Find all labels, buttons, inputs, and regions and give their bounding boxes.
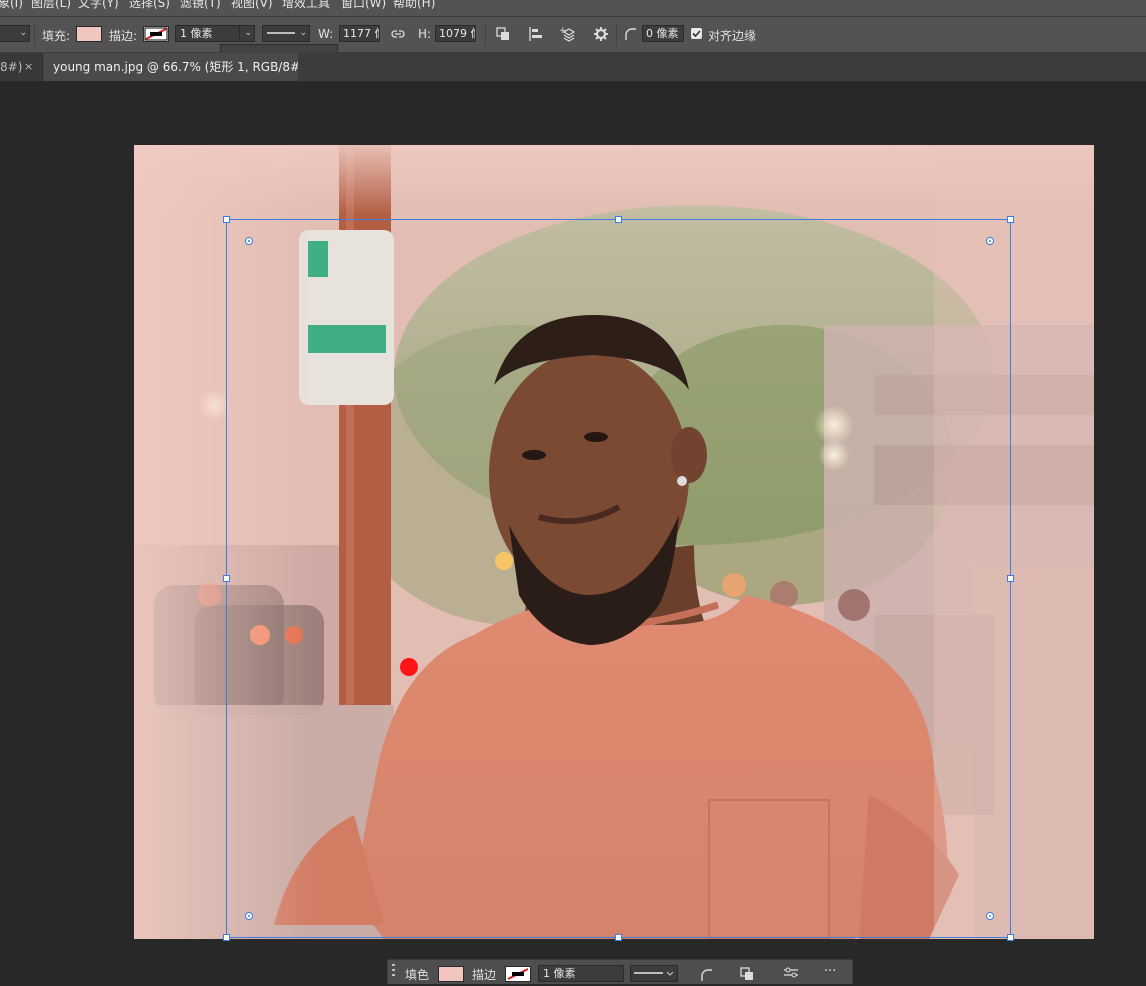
- stroke-width-dropdown[interactable]: 1 像素: [538, 965, 624, 982]
- tab-label: 8#): [0, 60, 23, 74]
- tool-mode-dropdown[interactable]: ⌄: [0, 25, 30, 42]
- transform-handle-bottom-right[interactable]: [1007, 934, 1014, 941]
- stroke-line-icon: [267, 32, 295, 34]
- transform-handle-top[interactable]: [615, 216, 622, 223]
- stroke-width-value: 1 像素: [543, 967, 576, 980]
- no-stroke-icon: [144, 27, 168, 41]
- transform-handle-bottom[interactable]: [615, 934, 622, 941]
- stroke-label: 描边: [472, 968, 497, 982]
- divider: [34, 24, 35, 46]
- more-options-icon[interactable]: ···: [824, 964, 836, 979]
- fill-color-swatch[interactable]: [76, 26, 102, 42]
- stroke-width-dropdown[interactable]: 1 像素 ⌄: [175, 25, 255, 42]
- drag-handle-icon[interactable]: [392, 963, 396, 979]
- transform-handle-top-right[interactable]: [1007, 216, 1014, 223]
- transform-handle-top-left[interactable]: [223, 216, 230, 223]
- menu-help[interactable]: 帮助(H): [393, 0, 435, 11]
- stroke-color-swatch[interactable]: [143, 26, 169, 42]
- adjustments-icon[interactable]: [781, 965, 801, 983]
- menu-select[interactable]: 选择(S): [129, 0, 170, 11]
- stroke-color-swatch[interactable]: [505, 966, 531, 982]
- fill-label: 填充:: [42, 29, 71, 43]
- menu-bar: 象(I) 图层(L) 文字(Y) 选择(S) 滤镜(T) 视图(V) 增效工具 …: [0, 0, 1146, 17]
- corner-radius-handle-bottom-right[interactable]: [986, 912, 994, 920]
- stroke-type-dropdown[interactable]: ⌄: [262, 25, 310, 42]
- fill-color-swatch[interactable]: [438, 966, 464, 982]
- tab-young-man[interactable]: young man.jpg @ 66.7% (矩形 1, RGB/8#) *: [43, 53, 298, 81]
- width-label: W:: [318, 27, 334, 41]
- corner-radius-handle-top-right[interactable]: [986, 237, 994, 245]
- align-edges-checkbox[interactable]: [691, 28, 702, 39]
- height-input[interactable]: 1079 像: [435, 25, 476, 42]
- gear-icon[interactable]: [591, 24, 611, 44]
- path-operations-icon[interactable]: [738, 965, 758, 983]
- path-operations-icon[interactable]: [493, 24, 513, 44]
- menu-window[interactable]: 窗口(W): [341, 0, 386, 11]
- tab-previous-document[interactable]: 8#) ×: [0, 53, 43, 81]
- corner-radius-handle-bottom-left[interactable]: [245, 912, 253, 920]
- document-tab-bar: 8#) × young man.jpg @ 66.7% (矩形 1, RGB/8…: [0, 53, 1146, 82]
- options-bar: ⌄ 填充: 描边: 1 像素 ⌄ ⌄ W: 1177 像 H: 1079 像 +: [0, 17, 1146, 53]
- menu-layer[interactable]: 图层(L): [31, 0, 71, 11]
- transform-handle-right[interactable]: [1007, 575, 1014, 582]
- fill-label: 填色: [405, 968, 430, 982]
- path-alignment-icon[interactable]: [526, 24, 546, 44]
- corner-radius-input[interactable]: 0 像素: [642, 25, 684, 42]
- corner-radius-icon[interactable]: [696, 965, 716, 983]
- svg-text:+: +: [559, 26, 567, 36]
- menu-view[interactable]: 视图(V): [231, 0, 273, 11]
- divider: [616, 24, 617, 46]
- align-edges-label: 对齐边缘: [708, 29, 757, 43]
- close-icon[interactable]: ×: [24, 53, 33, 81]
- menu-plugins[interactable]: 增效工具: [282, 0, 330, 11]
- menu-type[interactable]: 文字(Y): [78, 0, 119, 11]
- transform-handle-left[interactable]: [223, 575, 230, 582]
- menu-image[interactable]: 象(I): [0, 0, 23, 11]
- link-dimensions-icon[interactable]: [388, 24, 408, 44]
- stroke-label: 描边:: [109, 29, 138, 43]
- checkmark-icon: [692, 30, 701, 38]
- transform-handle-bottom-left[interactable]: [223, 934, 230, 941]
- height-label: H:: [418, 27, 432, 41]
- divider: [485, 24, 486, 46]
- menu-filter[interactable]: 滤镜(T): [180, 0, 221, 11]
- path-arrangement-icon[interactable]: +: [559, 24, 579, 44]
- tab-label: young man.jpg @ 66.7% (矩形 1, RGB/8#) *: [53, 60, 298, 74]
- shape-bounding-box[interactable]: [226, 219, 1011, 938]
- width-input[interactable]: 1177 像: [339, 25, 380, 42]
- corner-radius-icon: [622, 24, 638, 44]
- stroke-type-dropdown[interactable]: [630, 965, 678, 982]
- stroke-width-value: 1 像素: [180, 27, 213, 40]
- contextual-task-bar: 填色 描边 1 像素 ···: [387, 959, 853, 984]
- corner-radius-handle-top-left[interactable]: [245, 237, 253, 245]
